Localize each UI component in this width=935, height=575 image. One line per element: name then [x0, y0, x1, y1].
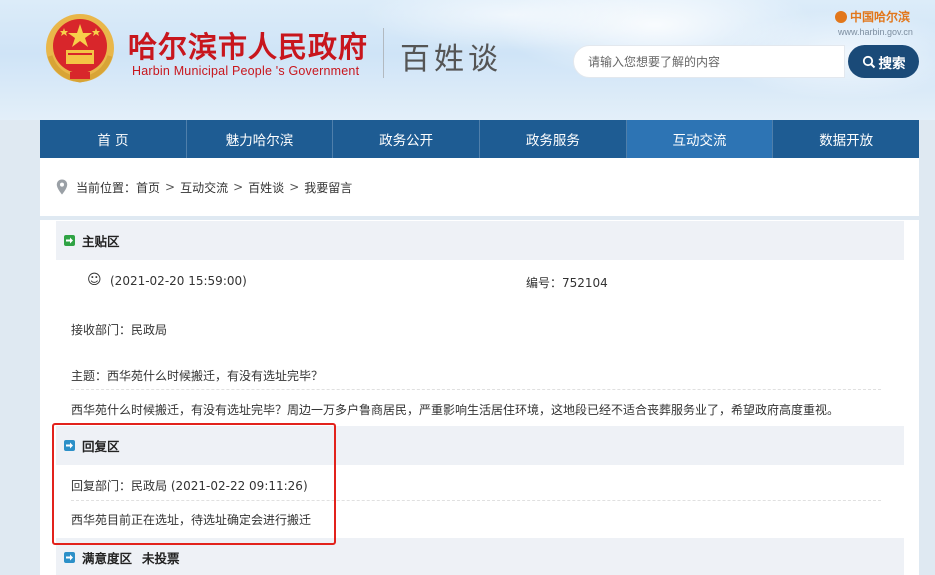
nav-item-home[interactable]: 首 页 [40, 120, 187, 158]
national-emblem-icon [46, 14, 114, 83]
arrow-right-icon [64, 235, 75, 246]
breadcrumb-prefix: 当前位置： [76, 180, 137, 195]
arrow-right-icon [64, 552, 75, 563]
reply-highlight-box [52, 423, 336, 545]
site-header: 哈尔滨市人民政府 Harbin Municipal People 's Gove… [0, 0, 935, 120]
search-button[interactable]: 搜索 [848, 45, 919, 78]
location-pin-icon [56, 179, 68, 195]
breadcrumb-item-leave-message[interactable]: 我要留言 [304, 179, 352, 196]
smiley-icon: ☺ [87, 272, 102, 288]
breadcrumb-separator: > [289, 180, 300, 194]
satisfaction-status: 未投票 [142, 551, 180, 566]
main-nav: 首 页 魅力哈尔滨 政务公开 政务服务 互动交流 数据开放 [40, 120, 919, 158]
breadcrumb-item-home[interactable]: 首页 [136, 179, 160, 196]
search-input[interactable] [574, 46, 844, 77]
post-section-header: 主贴区 [56, 221, 904, 260]
post-timestamp: (2021-02-20 15:59:00) [110, 274, 247, 288]
breadcrumb: 当前位置： 首页 > 互动交流 > 百姓谈 > 我要留言 [40, 158, 919, 216]
brand-name: 中国哈尔滨 [850, 10, 911, 24]
section-name: 百姓谈 [400, 42, 502, 77]
brand-logo[interactable]: 中国哈尔滨 [835, 8, 910, 25]
nav-item-open-data[interactable]: 数据开放 [773, 120, 919, 158]
brand-url: www.harbin.gov.cn [838, 27, 913, 37]
title-divider [383, 28, 384, 78]
site-title[interactable]: 哈尔滨市人民政府 [128, 24, 368, 66]
post-department: 接收部门：民政局 [71, 323, 168, 337]
content-panel: 主贴区 ☺ (2021-02-20 15:59:00) 编号：752104 接收… [40, 220, 919, 575]
post-number: 编号：752104 [526, 276, 608, 290]
post-section-title: 主贴区 [82, 234, 120, 249]
post-subject: 主题：西华苑什么时候搬迁，有没有选址完毕？ [71, 369, 324, 383]
brand-logo-icon [835, 11, 847, 23]
site-subtitle: Harbin Municipal People 's Government [132, 64, 360, 78]
post-body: 西华苑什么时候搬迁，有没有选址完毕？周边一万多户鲁商居民，严重影响生活居住环境，… [71, 403, 840, 417]
breadcrumb-separator: > [165, 180, 176, 194]
nav-item-gov-info[interactable]: 政务公开 [333, 120, 481, 158]
nav-item-interaction[interactable]: 互动交流 [626, 120, 774, 158]
breadcrumb-item-baixingtan[interactable]: 百姓谈 [248, 179, 284, 196]
satisfaction-section-title: 满意度区 [82, 551, 133, 566]
divider [71, 389, 881, 390]
search-box [573, 45, 845, 78]
breadcrumb-separator: > [233, 180, 244, 194]
search-button-label: 搜索 [878, 55, 906, 72]
nav-item-gov-service[interactable]: 政务服务 [480, 120, 627, 158]
breadcrumb-item-interaction[interactable]: 互动交流 [180, 179, 228, 196]
nav-item-charm-harbin[interactable]: 魅力哈尔滨 [187, 120, 334, 158]
search-icon [862, 55, 875, 68]
